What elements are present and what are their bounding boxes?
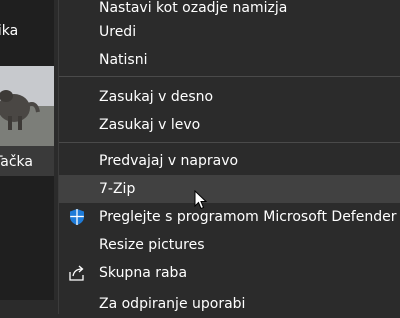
file-caption: Tačka xyxy=(0,152,54,172)
menu-item-label: 7-Zip xyxy=(99,181,136,197)
menu-item-defender-scan[interactable]: Preglejte s programom Microsoft Defender… xyxy=(59,203,400,231)
cat-thumbnail xyxy=(0,66,54,146)
nav-item-label: lika xyxy=(0,23,19,39)
menu-item-label: Zasukaj v desno xyxy=(99,89,214,105)
menu-item-label: Za odpiranje uporabi xyxy=(99,296,246,312)
file-tile[interactable]: Tačka xyxy=(0,66,54,176)
menu-item-rotate-left[interactable]: Zasukaj v levo xyxy=(59,111,400,139)
menu-item-label: Zasukaj v levo xyxy=(99,117,201,133)
nav-item[interactable]: lika xyxy=(0,14,54,48)
menu-item-label: Skupna raba xyxy=(99,265,188,281)
menu-item-label: Nastavi kot ozadje namizja xyxy=(99,0,288,16)
menu-separator xyxy=(59,76,400,77)
menu-item-label: Resize pictures xyxy=(99,237,205,253)
file-caption-text: Tačka xyxy=(0,154,33,170)
menu-item-label: Natisni xyxy=(99,52,148,68)
menu-item-label: Predvajaj v napravo xyxy=(99,153,239,169)
menu-item-label: Uredi xyxy=(99,24,137,40)
menu-item-open-with[interactable]: Za odpiranje uporabi xyxy=(59,290,400,318)
menu-separator xyxy=(59,142,400,143)
context-menu: Nastavi kot ozadje namizja Uredi Natisni… xyxy=(58,0,400,314)
menu-item-print[interactable]: Natisni xyxy=(59,46,400,74)
menu-item-resize-pictures[interactable]: Resize pictures xyxy=(59,231,400,259)
menu-item-share[interactable]: Skupna raba xyxy=(59,259,400,287)
share-icon xyxy=(68,264,86,282)
menu-item-7zip[interactable]: 7-Zip xyxy=(59,175,400,203)
menu-item-cast-to-device[interactable]: Predvajaj v napravo xyxy=(59,147,400,175)
defender-shield-icon xyxy=(68,208,86,226)
menu-item-edit[interactable]: Uredi xyxy=(59,18,400,46)
explorer-pane: lika Tačka xyxy=(0,0,54,300)
mouse-cursor-icon xyxy=(194,189,208,210)
menu-item-label: Preglejte s programom Microsoft Defender… xyxy=(99,209,400,225)
menu-item-rotate-right[interactable]: Zasukaj v desno xyxy=(59,83,400,111)
